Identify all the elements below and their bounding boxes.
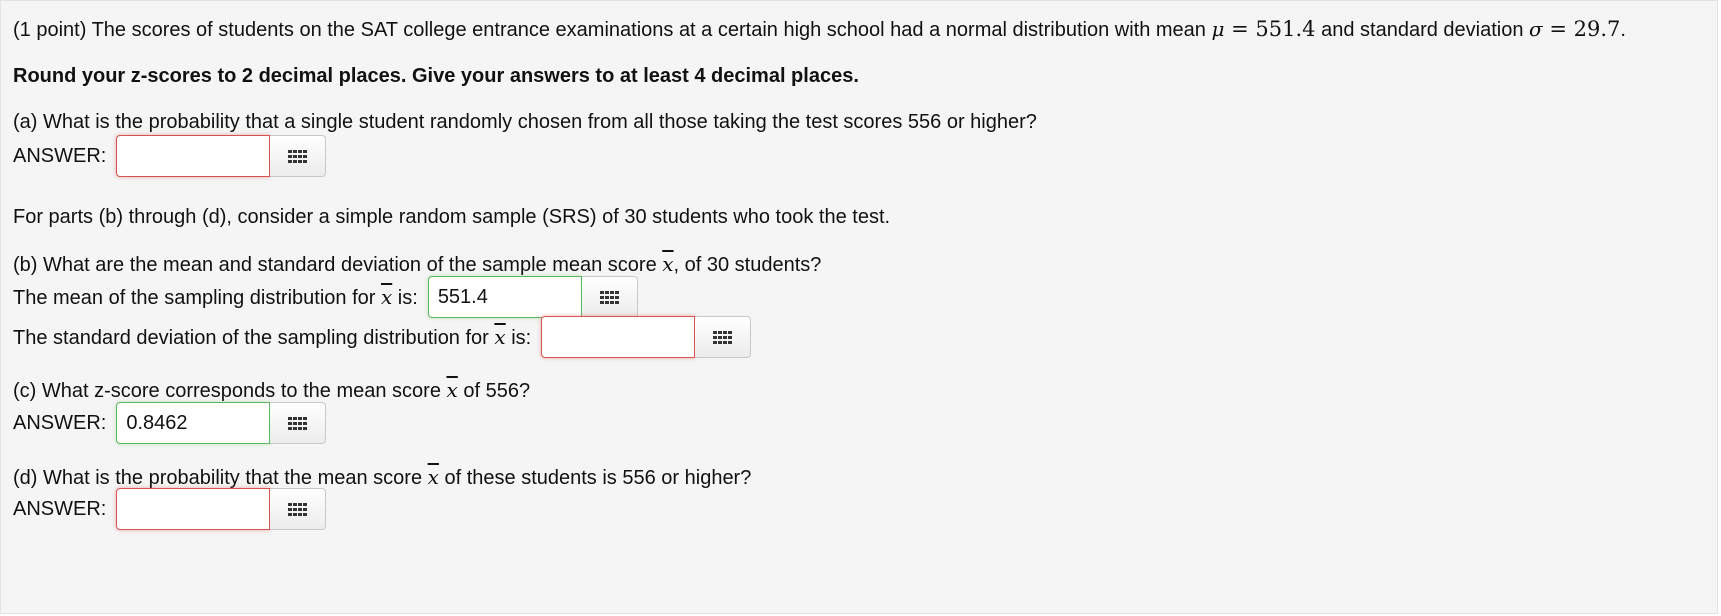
equation-editor-button[interactable] bbox=[270, 488, 327, 530]
part-b-question: (b) What are the mean and standard devia… bbox=[13, 252, 821, 277]
part-b-sd-field bbox=[541, 316, 752, 358]
sd-label-end: is: bbox=[505, 326, 532, 349]
xbar-symbol: x bbox=[380, 284, 393, 309]
equation-grid-icon bbox=[713, 330, 733, 344]
part-b-mean-input[interactable]: 551.4 bbox=[427, 276, 582, 318]
part-c-question-end: of 556? bbox=[457, 380, 531, 402]
mu-symbol: μ bbox=[1211, 17, 1225, 41]
part-b-question-text: (b) What are the mean and standard devia… bbox=[13, 254, 663, 276]
intro-text: (1 point) The scores of students on the … bbox=[13, 19, 1212, 41]
part-b-sd-row: The standard deviation of the sampling d… bbox=[13, 316, 752, 358]
xbar-symbol: x bbox=[494, 324, 506, 349]
mean-label: The mean of the sampling distribution fo… bbox=[13, 285, 418, 310]
part-a-answer-row: ANSWER: bbox=[13, 135, 327, 177]
part-b-sd-input[interactable] bbox=[541, 316, 696, 358]
part-a-answer-field bbox=[116, 135, 327, 177]
answer-label: ANSWER: bbox=[13, 497, 107, 520]
equals-sign: = bbox=[1224, 17, 1256, 41]
equation-grid-icon bbox=[288, 149, 308, 163]
sd-label: The standard deviation of the sampling d… bbox=[13, 325, 531, 350]
equation-editor-button[interactable] bbox=[270, 135, 327, 177]
problem-panel: (1 point) The scores of students on the … bbox=[0, 0, 1718, 614]
mean-label-text: The mean of the sampling distribution fo… bbox=[13, 286, 381, 309]
answer-label: ANSWER: bbox=[13, 144, 107, 167]
intro-middle-text: and standard deviation bbox=[1315, 19, 1530, 41]
xbar-symbol: x bbox=[427, 465, 439, 489]
equation-grid-icon bbox=[288, 502, 308, 516]
xbar-symbol: x bbox=[662, 252, 674, 276]
equation-editor-button[interactable] bbox=[270, 402, 327, 444]
part-c-question-text: (c) What z-score corresponds to the mean… bbox=[13, 380, 447, 402]
equals-sign: = bbox=[1542, 17, 1574, 41]
part-d-answer-field bbox=[116, 488, 327, 530]
mean-label-end: is: bbox=[392, 286, 418, 309]
part-d-question-text: (d) What is the probability that the mea… bbox=[13, 467, 428, 489]
part-a-answer-input[interactable] bbox=[116, 135, 271, 177]
part-d-answer-input[interactable] bbox=[116, 488, 271, 530]
equation-editor-button[interactable] bbox=[695, 316, 752, 358]
answer-label: ANSWER: bbox=[13, 411, 107, 434]
part-c-answer-field: 0.8462 bbox=[116, 402, 327, 444]
problem-statement: (1 point) The scores of students on the … bbox=[13, 17, 1626, 42]
part-c-question: (c) What z-score corresponds to the mean… bbox=[13, 378, 530, 403]
part-d-answer-row: ANSWER: bbox=[13, 488, 327, 530]
part-b-question-end: , of 30 students? bbox=[673, 254, 822, 276]
part-c-answer-row: ANSWER: 0.8462 bbox=[13, 402, 327, 444]
equation-grid-icon bbox=[599, 290, 619, 304]
xbar-symbol: x bbox=[446, 378, 458, 402]
part-c-answer-input[interactable]: 0.8462 bbox=[116, 402, 271, 444]
equation-grid-icon bbox=[288, 416, 308, 430]
sd-value: 29.7 bbox=[1573, 17, 1621, 41]
part-b-mean-field: 551.4 bbox=[427, 276, 638, 318]
mean-value: 551.4 bbox=[1255, 17, 1316, 41]
part-d-question-end: of these students is 556 or higher? bbox=[438, 467, 752, 489]
sd-label-text: The standard deviation of the sampling d… bbox=[13, 326, 495, 349]
period: . bbox=[1620, 19, 1626, 41]
equation-editor-button[interactable] bbox=[581, 276, 638, 318]
part-d-question: (d) What is the probability that the mea… bbox=[13, 465, 751, 490]
sigma-symbol: σ bbox=[1529, 17, 1543, 41]
part-a-question: (a) What is the probability that a singl… bbox=[13, 111, 1037, 133]
srs-note: For parts (b) through (d), consider a si… bbox=[13, 206, 891, 228]
part-b-mean-row: The mean of the sampling distribution fo… bbox=[13, 276, 638, 318]
instructions: Round your z-scores to 2 decimal places.… bbox=[13, 65, 859, 88]
instructions-text: Round your z-scores to 2 decimal places.… bbox=[13, 65, 859, 87]
